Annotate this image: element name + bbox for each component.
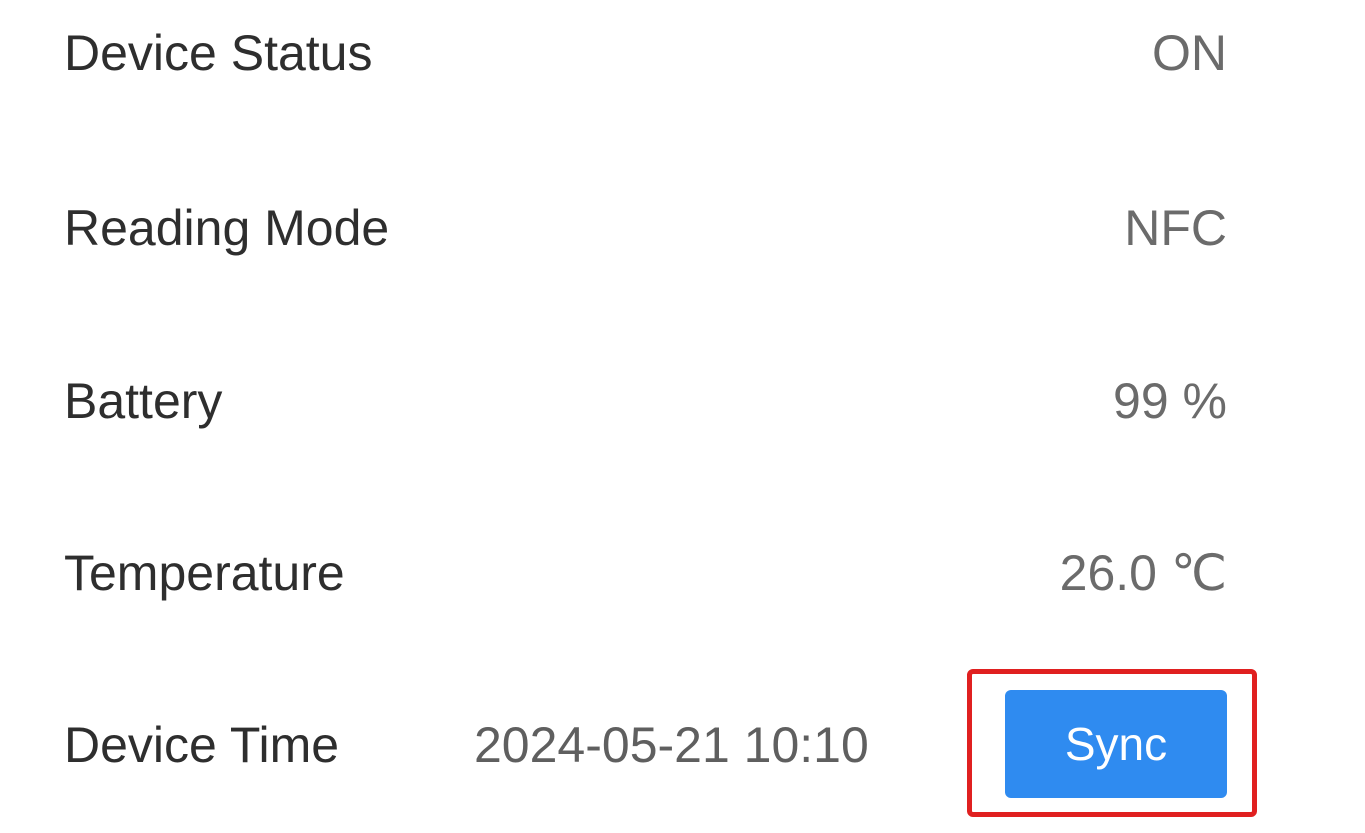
device-status-value: ON — [1152, 25, 1227, 81]
device-info-panel: Device Status ON Reading Mode NFC Batter… — [0, 0, 1365, 833]
temperature-row: Temperature 26.0 ℃ — [0, 523, 1365, 623]
sync-button[interactable]: Sync — [1005, 690, 1227, 798]
reading-mode-row: Reading Mode NFC — [0, 178, 1365, 278]
device-status-label: Device Status — [64, 25, 373, 81]
reading-mode-label: Reading Mode — [64, 200, 390, 256]
battery-row: Battery 99 % — [0, 351, 1365, 451]
reading-mode-value: NFC — [1124, 200, 1227, 256]
temperature-value: 26.0 ℃ — [1059, 545, 1227, 601]
device-status-row: Device Status ON — [0, 3, 1365, 103]
device-time-label: Device Time — [64, 717, 340, 773]
battery-value: 99 % — [1113, 373, 1227, 429]
battery-label: Battery — [64, 373, 223, 429]
device-time-value: 2024-05-21 10:10 — [474, 717, 869, 773]
temperature-label: Temperature — [64, 545, 345, 601]
